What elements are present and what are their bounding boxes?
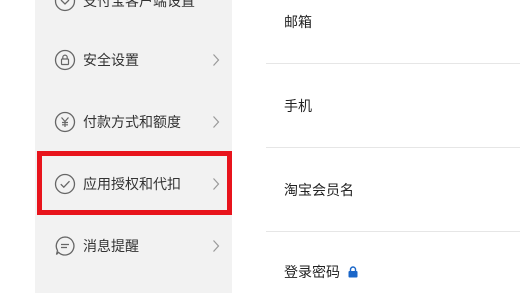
- row-label: 淘宝会员名: [284, 183, 354, 199]
- chevron-right-icon: [211, 177, 221, 191]
- chevron-right-icon: [211, 115, 221, 129]
- sidebar-item-security[interactable]: 安全设置: [35, 29, 232, 91]
- row-label: 手机: [284, 99, 312, 115]
- sidebar-item-client-settings[interactable]: 支付宝客户端设置: [35, 0, 232, 32]
- chevron-right-icon: [211, 53, 221, 67]
- sidebar-item-label: 应用授权和代扣: [83, 177, 181, 193]
- row-label: 登录密码: [284, 265, 340, 281]
- yuan-icon: [54, 111, 76, 133]
- lock-icon: [348, 266, 358, 278]
- sidebar-item-label: 付款方式和额度: [83, 115, 181, 131]
- check-circle-icon: [54, 173, 76, 195]
- chevron-right-icon: [211, 239, 221, 253]
- sidebar-item-label: 支付宝客户端设置: [83, 0, 195, 10]
- row-phone[interactable]: 手机: [266, 64, 520, 148]
- lock-icon: [54, 49, 76, 71]
- sidebar-item-label: 安全设置: [83, 53, 139, 69]
- settings-icon: [54, 0, 76, 12]
- sidebar: 支付宝客户端设置 安全设置 付款方式和额度 应用授权和代扣 消息提醒: [35, 0, 232, 293]
- row-taobao-member[interactable]: 淘宝会员名: [266, 148, 520, 232]
- message-icon: [54, 235, 76, 257]
- row-login-password[interactable]: 登录密码: [266, 232, 520, 293]
- sidebar-item-payment[interactable]: 付款方式和额度: [35, 91, 232, 153]
- row-label-wrap: 登录密码: [284, 262, 358, 282]
- sidebar-item-notifications[interactable]: 消息提醒: [35, 215, 232, 277]
- sidebar-item-label: 消息提醒: [83, 239, 139, 255]
- sidebar-item-app-authorization[interactable]: 应用授权和代扣: [35, 153, 232, 215]
- row-label: 邮箱: [284, 15, 312, 31]
- main-panel: 邮箱 手机 淘宝会员名 登录密码: [266, 0, 520, 293]
- row-email[interactable]: 邮箱: [266, 0, 520, 64]
